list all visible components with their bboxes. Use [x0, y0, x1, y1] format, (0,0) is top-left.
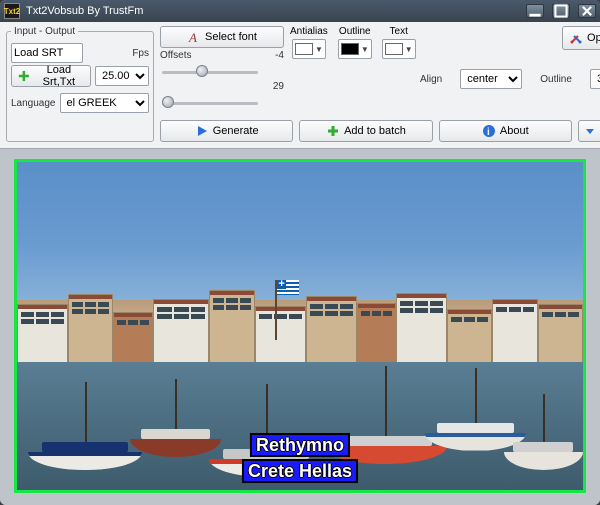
generate-button[interactable]: Generate: [160, 120, 293, 142]
about-button[interactable]: i About: [439, 120, 572, 142]
offset-bottom-value: 29: [160, 81, 284, 92]
app-window: Txt2 Txt2Vobsub By TrustFm Input - Outpu…: [0, 0, 600, 505]
window-title: Txt2Vobsub By TrustFm: [26, 5, 518, 17]
bg-buildings: [17, 290, 583, 362]
subtitle-overlay: Rethymno Crete Hellas: [242, 432, 358, 484]
align-label: Align: [420, 74, 442, 85]
text-swatch: [385, 43, 403, 55]
font-a-icon: A: [187, 30, 201, 44]
fps-label: Fps: [132, 48, 149, 59]
outline-color-label: Outline: [339, 26, 371, 37]
bg-boat: [504, 442, 583, 470]
chevron-down-icon: ▼: [405, 45, 413, 54]
svg-text:i: i: [487, 127, 490, 138]
expand-button[interactable]: [578, 120, 600, 142]
plus-icon: [18, 69, 30, 83]
toolbar: Input - Output Fps Load Srt,Txt 25.000 L…: [0, 22, 600, 149]
preview-viewport: Rethymno Crete Hellas: [0, 149, 600, 505]
close-button[interactable]: [578, 4, 596, 18]
offsets-label: Offsets: [160, 50, 192, 61]
add-to-batch-button[interactable]: Add to batch: [299, 120, 432, 142]
text-color-select[interactable]: ▼: [382, 39, 416, 59]
io-legend: Input - Output: [11, 26, 78, 37]
info-icon: i: [482, 124, 496, 138]
slider-thumb[interactable]: [196, 65, 208, 77]
offset-bottom-slider[interactable]: [160, 94, 260, 112]
options-button[interactable]: Options: [562, 26, 600, 50]
outline-width-label: Outline: [540, 74, 572, 85]
slider-track: [162, 71, 258, 74]
options-label: Options: [587, 32, 600, 44]
language-label: Language: [11, 98, 56, 109]
titlebar[interactable]: Txt2 Txt2Vobsub By TrustFm: [0, 0, 600, 22]
slider-thumb[interactable]: [162, 96, 174, 108]
text-color-label: Text: [390, 26, 408, 37]
maximize-icon: [554, 4, 568, 18]
play-icon: [195, 124, 209, 138]
load-srt-button[interactable]: Load Srt,Txt: [11, 65, 91, 87]
load-srt-label: Load Srt,Txt: [34, 64, 84, 88]
preview-frame: Rethymno Crete Hellas: [14, 159, 586, 493]
svg-text:A: A: [188, 30, 197, 44]
minimize-icon: [528, 4, 542, 18]
slider-track: [162, 102, 258, 105]
subtitle-line-2: Crete Hellas: [242, 459, 358, 483]
plus-small-icon: [326, 124, 340, 138]
antialias-swatch: [295, 43, 313, 55]
fps-select[interactable]: 25.000: [95, 66, 149, 86]
app-icon: Txt2: [4, 3, 20, 19]
center-panel: A Select font Offsets -4 29: [160, 26, 600, 142]
outline-width-select[interactable]: 3: [590, 69, 600, 89]
generate-label: Generate: [213, 125, 259, 137]
offset-top-value: -4: [275, 50, 284, 61]
select-font-label: Select font: [205, 31, 257, 43]
chevron-down-blue-icon: [583, 124, 597, 138]
select-font-button[interactable]: A Select font: [160, 26, 284, 48]
antialias-color-select[interactable]: ▼: [292, 39, 326, 59]
outline-swatch: [341, 43, 359, 55]
maximize-button[interactable]: [552, 4, 570, 18]
language-select[interactable]: el GREEK: [60, 93, 150, 113]
tools-icon: [569, 31, 583, 45]
add-to-batch-label: Add to batch: [344, 125, 406, 137]
align-select[interactable]: center: [460, 69, 522, 89]
minimize-button[interactable]: [526, 4, 544, 18]
srt-path-input[interactable]: [11, 43, 83, 63]
outline-color-select[interactable]: ▼: [338, 39, 372, 59]
flagpole: [275, 280, 277, 340]
greek-flag: [277, 280, 299, 295]
close-icon: [580, 4, 594, 18]
io-fieldset: Input - Output Fps Load Srt,Txt 25.000 L…: [6, 26, 154, 142]
bg-boat: [130, 429, 221, 457]
about-label: About: [500, 125, 529, 137]
chevron-down-icon: ▼: [361, 45, 369, 54]
chevron-down-icon: ▼: [315, 45, 323, 54]
subtitle-line-1: Rethymno: [250, 433, 350, 457]
offset-top-slider[interactable]: [160, 63, 260, 81]
bg-boat: [28, 442, 141, 470]
antialias-label: Antialias: [290, 26, 328, 37]
